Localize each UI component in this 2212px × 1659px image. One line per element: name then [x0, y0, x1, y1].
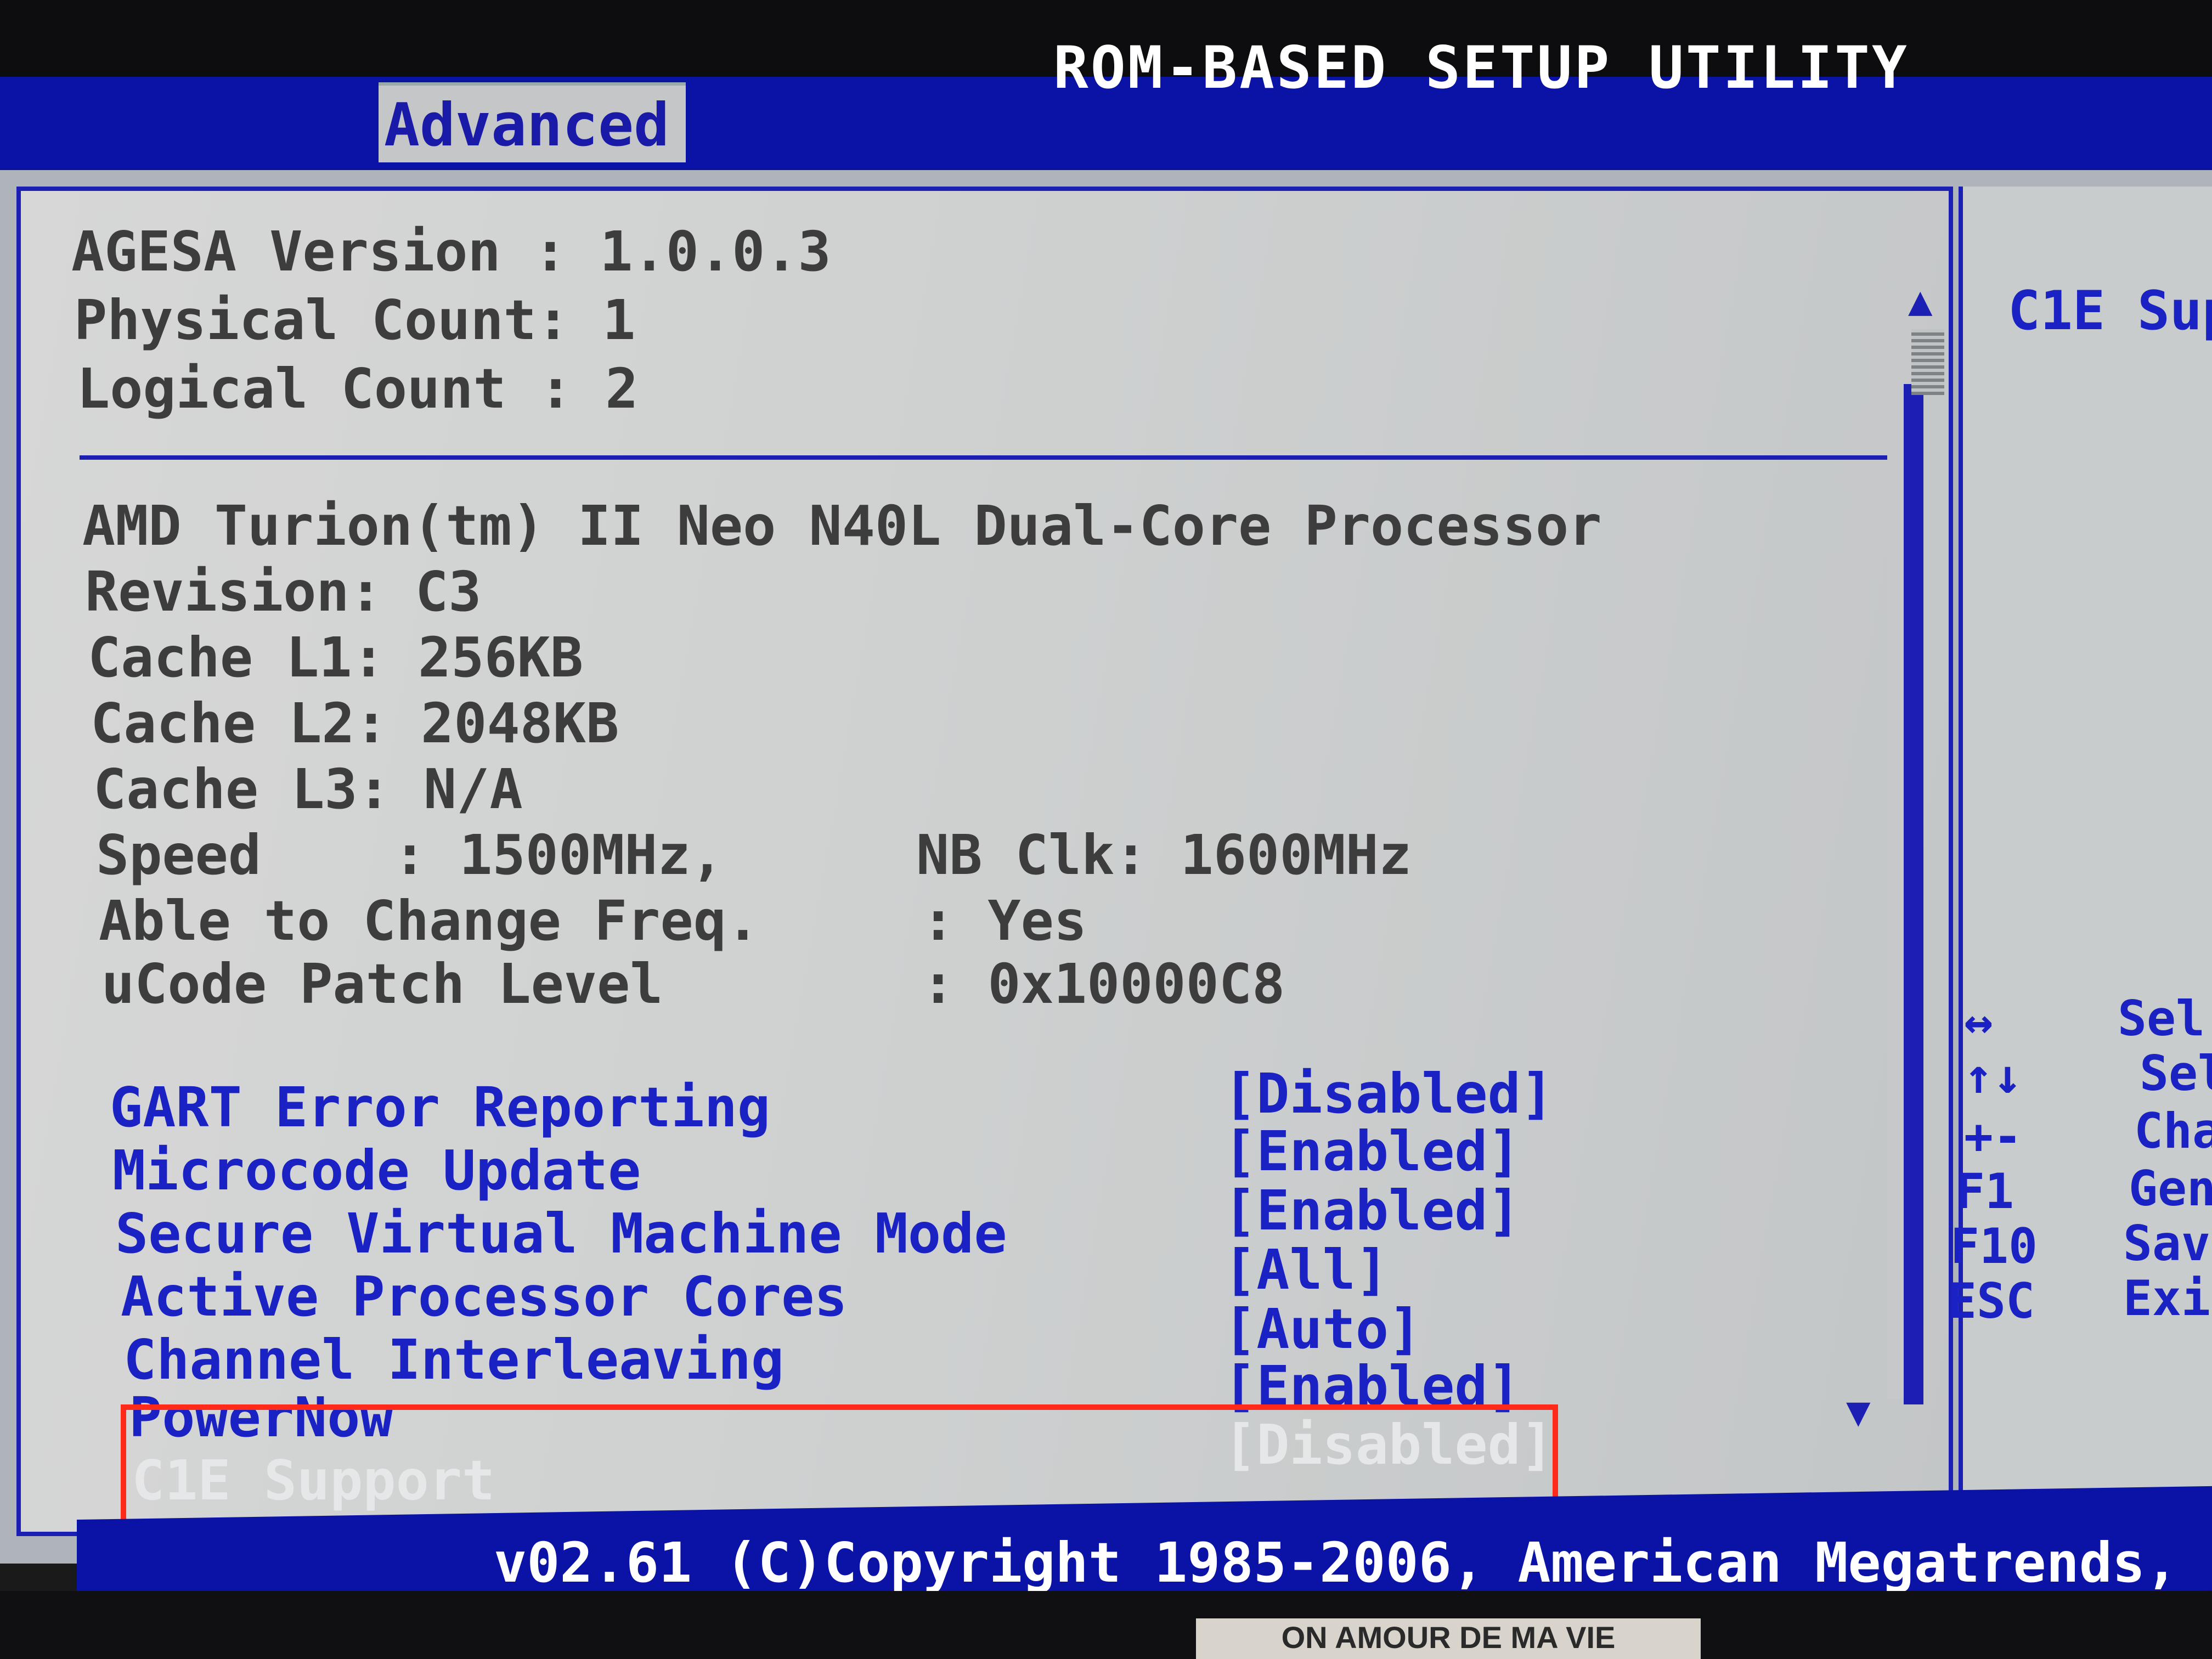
option-gart-error-reporting[interactable]: GART Error Reporting [110, 1075, 770, 1139]
able-to-change-freq-value: : Yes [922, 889, 1087, 953]
key-desc-exit: Exi [2123, 1270, 2210, 1327]
key-f10: F10 [1950, 1218, 2038, 1274]
nb-clk: NB Clk: 1600MHz [916, 823, 1412, 887]
ucode-patch-level-label: uCode Patch Level [101, 952, 663, 1016]
key-up-down-icon: ↑↓ [1964, 1048, 2022, 1104]
revision: Revision: C3 [85, 560, 482, 624]
cache-l3: Cache L3: N/A [93, 757, 523, 821]
value-secure-virtual-machine-mode[interactable]: [Enabled] [1223, 1178, 1521, 1243]
ucode-patch-level-value: : 0x10000C8 [922, 952, 1285, 1016]
help-title: C1E Sup [2008, 280, 2212, 342]
logical-count: Logical Count : 2 [77, 357, 639, 421]
scrollbar-bar[interactable] [1904, 384, 1923, 1404]
key-esc: ESC [1948, 1273, 2035, 1329]
physical-count: Physical Count: 1 [74, 288, 636, 352]
cache-l1: Cache L1: 256KB [88, 625, 584, 690]
scrollbar-thumb[interactable] [1911, 329, 1944, 395]
section-divider [80, 455, 1906, 460]
speed: Speed : 1500MHz, [96, 823, 724, 887]
key-desc-select-screen: Sel [2118, 990, 2205, 1047]
option-secure-virtual-machine-mode[interactable]: Secure Virtual Machine Mode [115, 1201, 1007, 1266]
value-microcode-update[interactable]: [Enabled] [1223, 1119, 1521, 1183]
able-to-change-freq-label: Able to Change Freq. [99, 889, 760, 953]
value-active-processor-cores[interactable]: [All] [1223, 1238, 1389, 1302]
key-desc-general-help: Gen [2129, 1160, 2212, 1217]
processor-name: AMD Turion(tm) II Neo N40L Dual-Core Pro… [82, 494, 1602, 558]
sticker-text: ON AMOUR DE MA VIE [1281, 1620, 1616, 1655]
copyright-text: v02.61 (C)Copyright 1985-2006, American … [494, 1531, 2212, 1595]
option-channel-interleaving[interactable]: Channel Interleaving [123, 1328, 784, 1392]
key-left-right-icon: ↔ [1964, 993, 1993, 1049]
utility-title: ROM-BASED SETUP UTILITY [1053, 34, 1909, 101]
key-plus-minus-icon: +- [1964, 1108, 2022, 1165]
agesa-version: AGESA Version : 1.0.0.3 [71, 219, 831, 284]
key-desc-save-exit: Sav [2123, 1215, 2210, 1272]
cache-l2: Cache L2: 2048KB [91, 691, 619, 755]
scroll-down-arrow-icon[interactable]: ▼ [1846, 1388, 1871, 1435]
option-active-processor-cores[interactable]: Active Processor Cores [121, 1265, 848, 1329]
bios-screen: ROM-BASED SETUP UTILITY Advanced AGESA V… [0, 0, 2212, 1659]
scroll-up-arrow-icon[interactable]: ▲ [1908, 277, 1933, 324]
key-f1: F1 [1956, 1163, 2014, 1220]
value-gart-error-reporting[interactable]: [Disabled] [1223, 1062, 1554, 1126]
key-desc-change-option: Cha [2134, 1103, 2212, 1159]
key-desc-select-item: Sel [2140, 1045, 2212, 1102]
tab-advanced-label: Advanced [384, 91, 670, 160]
monitor-bezel-bottom [0, 1591, 2212, 1659]
value-channel-interleaving[interactable]: [Auto] [1223, 1297, 1421, 1361]
sticker-note: ON AMOUR DE MA VIE [1196, 1618, 1701, 1659]
help-panel [1959, 187, 2212, 1536]
option-microcode-update[interactable]: Microcode Update [112, 1138, 641, 1203]
tab-advanced[interactable]: Advanced [379, 82, 686, 162]
